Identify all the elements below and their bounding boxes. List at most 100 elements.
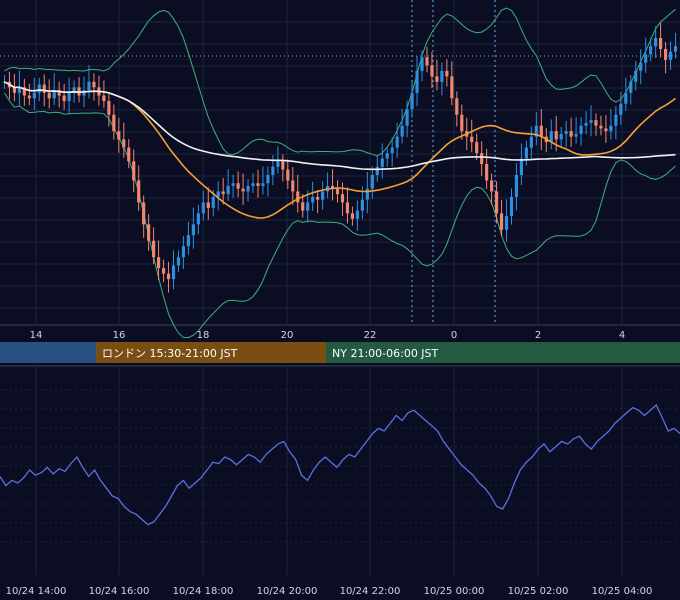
candle-body xyxy=(519,158,524,175)
candle-body xyxy=(47,92,51,99)
candle-body xyxy=(539,125,543,137)
osc-x-tick-label: 10/25 00:00 xyxy=(424,586,485,597)
candle-body xyxy=(335,188,340,195)
candle-body xyxy=(345,202,350,214)
candle-body xyxy=(127,147,131,162)
candle-body xyxy=(251,183,255,186)
candle-body xyxy=(663,48,668,60)
candle-body xyxy=(67,92,71,102)
candle-body xyxy=(266,175,270,184)
candle-body xyxy=(62,95,66,102)
main-x-tick-label: 0 xyxy=(451,330,457,341)
candle-body xyxy=(509,196,514,217)
candle-body xyxy=(410,92,414,110)
candle-body xyxy=(132,161,136,181)
candle-body xyxy=(649,46,653,55)
candle-body xyxy=(186,235,190,247)
main-x-tick-label: 22 xyxy=(364,330,377,341)
candle-body xyxy=(569,131,573,137)
candle-body xyxy=(594,120,598,126)
main-x-tick-label: 20 xyxy=(281,330,294,341)
candle-body xyxy=(176,257,181,266)
candle-body xyxy=(355,210,359,219)
candle-body xyxy=(296,191,300,203)
candle-body xyxy=(87,81,91,91)
candle-body xyxy=(529,136,533,148)
candle-body xyxy=(405,109,409,126)
candle-body xyxy=(171,265,176,280)
candle-body xyxy=(156,257,161,269)
candle-body xyxy=(425,57,429,66)
candle-body xyxy=(460,114,464,132)
osc-x-tick-label: 10/25 02:00 xyxy=(508,586,569,597)
candle-body xyxy=(380,158,384,167)
candle-body xyxy=(395,136,399,148)
main-x-tick-label: 16 xyxy=(113,330,126,341)
candle-body xyxy=(390,147,394,154)
chart-svg: 14 16 18 20 22 0 2 4 ロンドン 15:30-21:00 JST NY 21… xyxy=(0,0,680,597)
osc-x-tick-label: 10/24 18:00 xyxy=(173,586,234,597)
candle-body xyxy=(619,103,623,115)
candle-body xyxy=(122,139,126,148)
candle-body xyxy=(430,65,434,77)
candle-body xyxy=(27,95,31,99)
candle-body xyxy=(166,273,171,280)
candle-body xyxy=(673,46,678,52)
candle-body xyxy=(321,191,325,200)
oscillator-series-line xyxy=(0,403,680,526)
osc-x-tick-label: 10/24 20:00 xyxy=(257,586,318,597)
candle-body xyxy=(604,128,608,132)
candle-body xyxy=(579,125,583,134)
candle-body xyxy=(291,180,295,192)
candle-body xyxy=(181,246,186,258)
candle-body xyxy=(614,114,618,126)
candle-body xyxy=(286,169,290,181)
candle-body xyxy=(241,188,245,192)
candle-body xyxy=(644,54,648,63)
candle-body xyxy=(385,153,389,159)
candle-body xyxy=(196,213,200,225)
bollinger-upper-band xyxy=(4,7,676,157)
candle-body xyxy=(475,142,479,154)
candle-body xyxy=(485,164,489,181)
candle-body xyxy=(306,202,310,211)
oscillator-line xyxy=(0,403,680,526)
candle-body xyxy=(246,185,250,192)
candle-body xyxy=(624,92,628,104)
candle-body xyxy=(639,62,643,71)
candle-body xyxy=(629,81,633,93)
candle-body xyxy=(221,191,225,195)
bollinger-lower-band xyxy=(4,92,676,339)
candle-body xyxy=(211,196,215,208)
candle-body xyxy=(668,51,673,60)
candle-body xyxy=(236,183,240,189)
candle-body xyxy=(316,196,320,200)
candle-body xyxy=(42,84,46,93)
candle-body xyxy=(12,87,17,93)
candle-body xyxy=(152,240,156,258)
candle-body xyxy=(609,125,613,132)
candle-body xyxy=(514,175,519,197)
main-x-tick-label: 4 xyxy=(619,330,625,341)
candle-body xyxy=(201,202,205,214)
candle-body xyxy=(490,180,494,192)
candle-body xyxy=(654,38,658,47)
candle-body xyxy=(499,213,504,230)
main-x-tick-label: 2 xyxy=(535,330,541,341)
main-grid xyxy=(0,0,680,326)
candle-body xyxy=(261,183,265,186)
main-x-tick-label: 18 xyxy=(197,330,210,341)
candle-body xyxy=(494,191,499,214)
candle-body xyxy=(281,161,285,170)
osc-x-tick-label: 10/24 22:00 xyxy=(340,586,401,597)
candle-body xyxy=(564,131,568,134)
chart-root: 14 16 18 20 22 0 2 4 ロンドン 15:30-21:00 JST NY 21… xyxy=(0,0,680,600)
candle-body xyxy=(360,199,364,211)
candle-body xyxy=(276,161,280,167)
osc-x-tick-label: 10/25 04:00 xyxy=(592,586,653,597)
candle-body xyxy=(584,122,588,126)
candle-body xyxy=(226,185,230,195)
candle-body xyxy=(37,84,41,93)
candle-body xyxy=(574,133,578,137)
candle-body xyxy=(206,202,210,208)
